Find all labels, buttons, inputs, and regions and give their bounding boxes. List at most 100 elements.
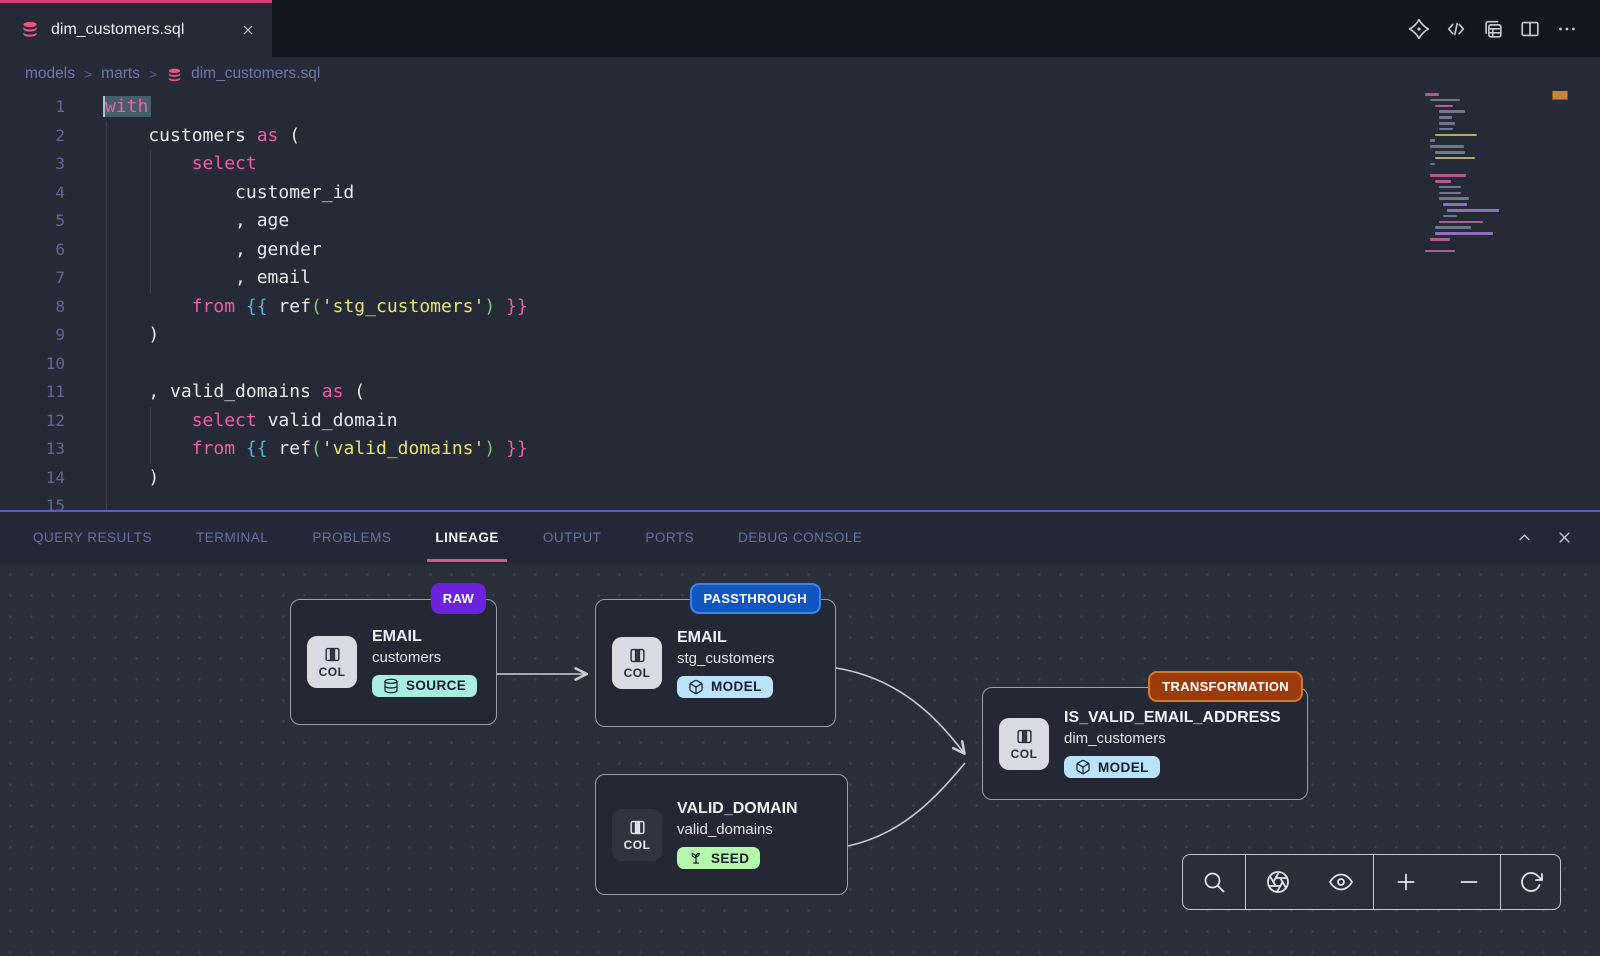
x-icon[interactable] (1555, 528, 1574, 547)
minimap-line (1439, 192, 1461, 195)
lineage-node-dim_customers[interactable]: TRANSFORMATIONCOLIS_VALID_EMAIL_ADDRESSd… (982, 687, 1308, 800)
line-number: 8 (0, 293, 65, 322)
node-badge-raw: RAW (431, 583, 486, 614)
minimap-line (1439, 116, 1452, 119)
code-line[interactable]: 10 (0, 350, 1600, 379)
more-icon[interactable] (1556, 18, 1578, 40)
close-tab-icon[interactable] (240, 22, 256, 38)
line-content: select (105, 150, 257, 179)
code-line[interactable]: 15 (0, 492, 1600, 510)
lineage-node-stg_customers[interactable]: PASSTHROUGHCOLEMAILstg_customersMODEL (595, 599, 836, 727)
node-badge-passthrough: PASSTHROUGH (690, 583, 821, 614)
minus-icon[interactable] (1457, 870, 1481, 894)
minimap-line (1425, 250, 1455, 253)
minimap-line (1435, 134, 1477, 137)
code-icon[interactable] (1445, 18, 1467, 40)
line-content: , gender (105, 236, 322, 265)
line-content: with (105, 93, 148, 122)
line-number: 9 (0, 321, 65, 350)
minimap-line (1447, 209, 1499, 212)
panel-tab-problems[interactable]: PROBLEMS (312, 512, 391, 562)
scrollbar-marker (1552, 91, 1568, 100)
minimap-line (1435, 232, 1493, 235)
chevron-up-icon[interactable] (1515, 528, 1534, 547)
node-subtitle: stg_customers (677, 650, 775, 667)
panel-tab-debug-console[interactable]: DEBUG CONSOLE (738, 512, 862, 562)
copy-table-icon[interactable] (1482, 18, 1504, 40)
lineage-canvas[interactable]: RAWCOLEMAILcustomersSOURCE PASSTHROUGH COL… (0, 564, 1600, 956)
code-line[interactable]: 1with (0, 93, 1600, 122)
line-content: , age (105, 207, 289, 236)
code-line[interactable]: 3 select (0, 150, 1600, 179)
code-line[interactable]: 9 ) (0, 321, 1600, 350)
code-line[interactable]: 6 , gender (0, 236, 1600, 265)
refresh-icon[interactable] (1519, 870, 1543, 894)
tab-dim-customers-sql[interactable]: dim_customers.sql (0, 0, 272, 57)
breadcrumb: models>marts>dim_customers.sql (0, 57, 1600, 91)
code-lines: 1with2 customers as (3 select4 customer_… (0, 93, 1600, 510)
minimap-line (1439, 197, 1469, 200)
line-number: 5 (0, 207, 65, 236)
breadcrumb-segment[interactable]: models (25, 65, 75, 83)
line-content: select valid_domain (105, 407, 398, 436)
code-line[interactable]: 4 customer_id (0, 179, 1600, 208)
eye-icon[interactable] (1329, 870, 1353, 894)
column-indicator: COL (612, 809, 662, 861)
columns-icon (628, 646, 647, 665)
code-line[interactable]: 13 from {{ ref('valid_domains') }} (0, 435, 1600, 464)
code-line[interactable]: 5 , age (0, 207, 1600, 236)
code-line[interactable]: 12 select valid_domain (0, 407, 1600, 436)
node-subtitle: dim_customers (1064, 730, 1281, 747)
line-number: 12 (0, 407, 65, 436)
col-label: COL (624, 838, 651, 852)
panel-tab-terminal[interactable]: TERMINAL (196, 512, 268, 562)
panel-tabs: QUERY RESULTS TERMINAL PROBLEMS LINEAGE OUTP… (0, 512, 862, 562)
code-line[interactable]: 11 , valid_domains as ( (0, 378, 1600, 407)
node-title: IS_VALID_EMAIL_ADDRESS (1064, 709, 1281, 727)
node-chip-seed: SEED (677, 847, 760, 869)
chip-label: SEED (711, 851, 749, 866)
breadcrumb-separator: > (149, 66, 157, 82)
line-content: ) (105, 464, 159, 493)
editor-tab-bar: dim_customers.sql (0, 0, 1600, 57)
aperture-icon[interactable] (1266, 870, 1290, 894)
panel-tab-query-results[interactable]: QUERY RESULTS (33, 512, 152, 562)
panel-tab-output[interactable]: OUTPUT (543, 512, 602, 562)
column-indicator: COL (307, 636, 357, 688)
line-number: 4 (0, 179, 65, 208)
node-chip-model: MODEL (1064, 756, 1160, 778)
minimap-line (1439, 122, 1455, 125)
sprout-icon (688, 850, 704, 866)
dbt-icon[interactable] (1408, 18, 1430, 40)
line-number: 11 (0, 378, 65, 407)
minimap-line (1439, 110, 1465, 113)
breadcrumb-file[interactable]: dim_customers.sql (191, 65, 320, 83)
code-line[interactable]: 7 , email (0, 264, 1600, 293)
minimap[interactable] (1425, 93, 1545, 263)
code-editor[interactable]: 1with2 customers as (3 select4 customer_… (0, 91, 1600, 510)
code-line[interactable]: 2 customers as ( (0, 122, 1600, 151)
search-icon[interactable] (1202, 870, 1226, 894)
panel-tab-lineage[interactable]: LINEAGE (435, 512, 499, 562)
code-line[interactable]: 8 from {{ ref('stg_customers') }} (0, 293, 1600, 322)
toolbar-group (1245, 855, 1373, 909)
code-line[interactable]: 14 ) (0, 464, 1600, 493)
split-editor-icon[interactable] (1519, 18, 1541, 40)
columns-icon (323, 645, 342, 664)
breadcrumb-segment[interactable]: marts (101, 65, 140, 83)
minimap-line (1435, 157, 1475, 160)
lineage-node-valid_domains[interactable]: COL VALID_DOMAIN valid_domains SEED (595, 774, 848, 895)
line-content: customers as ( (105, 122, 300, 151)
database-file-icon (166, 67, 183, 84)
cube-icon (688, 679, 704, 695)
lineage-node-customers[interactable]: RAWCOLEMAILcustomersSOURCE (290, 599, 497, 725)
minimap-line (1435, 180, 1451, 183)
col-label: COL (319, 665, 346, 679)
node-title: VALID_DOMAIN (677, 800, 798, 818)
panel-tab-ports[interactable]: PORTS (645, 512, 694, 562)
chip-label: MODEL (711, 679, 762, 694)
plus-icon[interactable] (1394, 870, 1418, 894)
node-subtitle: valid_domains (677, 821, 798, 838)
node-subtitle: customers (372, 649, 477, 666)
minimap-line (1435, 105, 1453, 108)
